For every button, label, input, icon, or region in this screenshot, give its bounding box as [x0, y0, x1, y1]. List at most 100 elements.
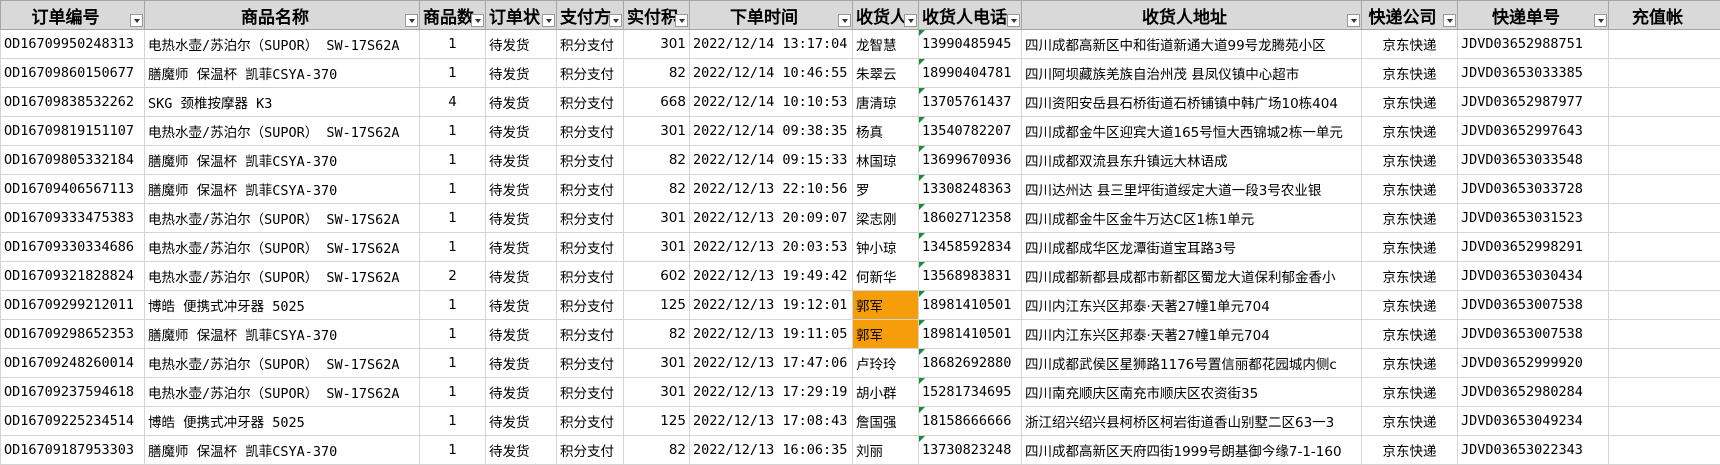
cell-recipient[interactable]: 卢玲玲: [852, 348, 919, 378]
cell-phone[interactable]: 18990404781: [918, 58, 1022, 88]
cell-phone[interactable]: 18981410501: [918, 319, 1022, 349]
filter-dropdown-icon[interactable]: [405, 14, 418, 27]
cell-order-id[interactable]: OD16709298652353: [0, 319, 145, 349]
cell-order-time[interactable]: 2022/12/13 20:09:07: [689, 203, 853, 233]
cell-tracking[interactable]: JDVD03652980284: [1457, 377, 1609, 407]
cell-points[interactable]: 82: [623, 435, 690, 465]
cell-recipient[interactable]: 胡小群: [852, 377, 919, 407]
cell-payment[interactable]: 积分支付: [556, 319, 624, 349]
cell-recharge[interactable]: [1608, 29, 1720, 59]
cell-recharge[interactable]: [1608, 261, 1720, 291]
cell-phone[interactable]: 13705761437: [918, 87, 1022, 117]
cell-address[interactable]: 四川内江东兴区邦泰·天著27幢1单元704: [1021, 319, 1362, 349]
cell-courier[interactable]: 京东快递: [1361, 319, 1458, 349]
filter-dropdown-icon[interactable]: [838, 14, 851, 27]
cell-payment[interactable]: 积分支付: [556, 377, 624, 407]
cell-recharge[interactable]: [1608, 348, 1720, 378]
cell-phone[interactable]: 18158666666: [918, 406, 1022, 436]
cell-order-id[interactable]: OD16709237594618: [0, 377, 145, 407]
filter-dropdown-icon[interactable]: [609, 14, 622, 27]
cell-order-id[interactable]: OD16709187953303: [0, 435, 145, 465]
cell-status[interactable]: 待发货: [485, 435, 557, 465]
cell-tracking[interactable]: JDVD03652988751: [1457, 29, 1609, 59]
cell-tracking[interactable]: JDVD03652998291: [1457, 232, 1609, 262]
cell-courier[interactable]: 京东快递: [1361, 145, 1458, 175]
cell-phone[interactable]: 18602712358: [918, 203, 1022, 233]
cell-tracking[interactable]: JDVD03653033548: [1457, 145, 1609, 175]
filter-dropdown-icon[interactable]: [1347, 14, 1360, 27]
cell-product[interactable]: 博皓 便携式冲牙器 5025: [144, 290, 420, 320]
cell-order-id[interactable]: OD16709321828824: [0, 261, 145, 291]
cell-order-time[interactable]: 2022/12/13 19:49:42: [689, 261, 853, 291]
cell-courier[interactable]: 京东快递: [1361, 29, 1458, 59]
cell-payment[interactable]: 积分支付: [556, 58, 624, 88]
cell-address[interactable]: 四川成都高新区天府四街1999号朗基御今缘7-1-160: [1021, 435, 1362, 465]
cell-address[interactable]: 四川成都高新区中和街道新通大道99号龙腾苑小区: [1021, 29, 1362, 59]
cell-courier[interactable]: 京东快递: [1361, 203, 1458, 233]
cell-payment[interactable]: 积分支付: [556, 203, 624, 233]
cell-points[interactable]: 301: [623, 377, 690, 407]
cell-courier[interactable]: 京东快递: [1361, 58, 1458, 88]
cell-product[interactable]: 电热水壶/苏泊尔（SUPOR） SW-17S62A: [144, 261, 420, 291]
cell-phone[interactable]: 18981410501: [918, 290, 1022, 320]
cell-quantity[interactable]: 1: [419, 232, 486, 262]
cell-recharge[interactable]: [1608, 145, 1720, 175]
cell-address[interactable]: 四川资阳安岳县石桥街道石桥铺镇中韩广场10栋404: [1021, 87, 1362, 117]
cell-recipient[interactable]: 罗: [852, 174, 919, 204]
cell-phone[interactable]: 13568983831: [918, 261, 1022, 291]
cell-product[interactable]: SKG 颈椎按摩器 K3: [144, 87, 420, 117]
cell-order-id[interactable]: OD16709805332184: [0, 145, 145, 175]
cell-recipient[interactable]: 朱翠云: [852, 58, 919, 88]
cell-order-time[interactable]: 2022/12/14 09:15:33: [689, 145, 853, 175]
cell-quantity[interactable]: 1: [419, 348, 486, 378]
cell-payment[interactable]: 积分支付: [556, 290, 624, 320]
cell-status[interactable]: 待发货: [485, 87, 557, 117]
filter-dropdown-icon[interactable]: [1443, 14, 1456, 27]
cell-recipient[interactable]: 梁志刚: [852, 203, 919, 233]
cell-recipient[interactable]: 郭军: [852, 319, 919, 349]
cell-status[interactable]: 待发货: [485, 29, 557, 59]
filter-dropdown-icon[interactable]: [130, 14, 143, 27]
cell-points[interactable]: 82: [623, 58, 690, 88]
cell-payment[interactable]: 积分支付: [556, 406, 624, 436]
cell-order-id[interactable]: OD16709950248313: [0, 29, 145, 59]
cell-recipient[interactable]: 郭军: [852, 290, 919, 320]
cell-recipient[interactable]: 钟小琼: [852, 232, 919, 262]
cell-product[interactable]: 膳魔师 保温杯 凯菲CSYA-370: [144, 58, 420, 88]
cell-quantity[interactable]: 1: [419, 29, 486, 59]
cell-order-time[interactable]: 2022/12/13 19:11:05: [689, 319, 853, 349]
cell-recharge[interactable]: [1608, 406, 1720, 436]
cell-payment[interactable]: 积分支付: [556, 116, 624, 146]
cell-recipient[interactable]: 詹国强: [852, 406, 919, 436]
cell-points[interactable]: 301: [623, 29, 690, 59]
cell-quantity[interactable]: 2: [419, 261, 486, 291]
cell-points[interactable]: 125: [623, 406, 690, 436]
cell-phone[interactable]: 13308248363: [918, 174, 1022, 204]
cell-courier[interactable]: 京东快递: [1361, 348, 1458, 378]
cell-product[interactable]: 电热水壶/苏泊尔（SUPOR） SW-17S62A: [144, 116, 420, 146]
cell-order-id[interactable]: OD16709406567113: [0, 174, 145, 204]
cell-recharge[interactable]: [1608, 290, 1720, 320]
cell-recipient[interactable]: 刘丽: [852, 435, 919, 465]
cell-order-id[interactable]: OD16709838532262: [0, 87, 145, 117]
cell-quantity[interactable]: 1: [419, 116, 486, 146]
cell-address[interactable]: 四川成都双流县东升镇远大林语成: [1021, 145, 1362, 175]
cell-tracking[interactable]: JDVD03653022343: [1457, 435, 1609, 465]
cell-courier[interactable]: 京东快递: [1361, 435, 1458, 465]
cell-product[interactable]: 膳魔师 保温杯 凯菲CSYA-370: [144, 319, 420, 349]
cell-points[interactable]: 125: [623, 290, 690, 320]
cell-recharge[interactable]: [1608, 319, 1720, 349]
cell-order-id[interactable]: OD16709860150677: [0, 58, 145, 88]
cell-recipient[interactable]: 龙智慧: [852, 29, 919, 59]
cell-order-time[interactable]: 2022/12/13 19:12:01: [689, 290, 853, 320]
cell-courier[interactable]: 京东快递: [1361, 290, 1458, 320]
cell-quantity[interactable]: 1: [419, 319, 486, 349]
cell-tracking[interactable]: JDVD03652999920: [1457, 348, 1609, 378]
cell-quantity[interactable]: 1: [419, 406, 486, 436]
cell-address[interactable]: 四川成都金牛区迎宾大道165号恒大西锦城2栋一单元: [1021, 116, 1362, 146]
cell-status[interactable]: 待发货: [485, 319, 557, 349]
cell-quantity[interactable]: 1: [419, 145, 486, 175]
cell-quantity[interactable]: 4: [419, 87, 486, 117]
cell-status[interactable]: 待发货: [485, 377, 557, 407]
cell-product[interactable]: 电热水壶/苏泊尔（SUPOR） SW-17S62A: [144, 29, 420, 59]
